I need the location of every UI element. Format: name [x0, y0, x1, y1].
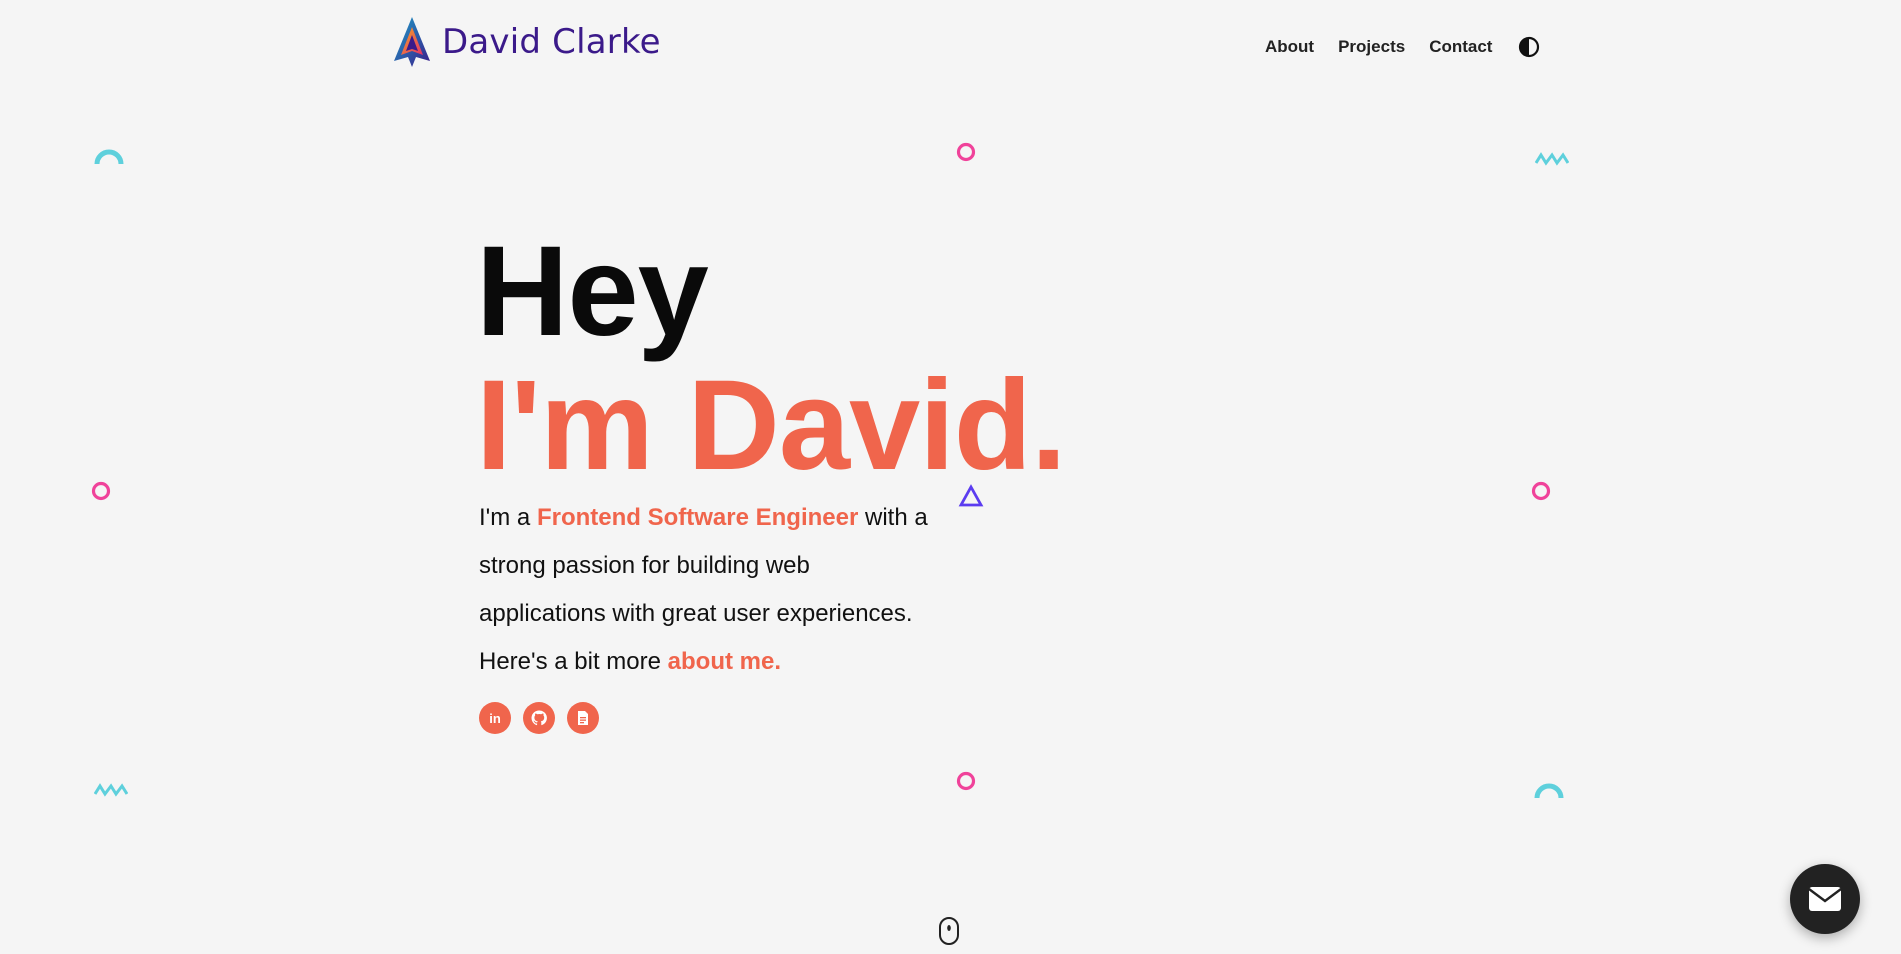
teal-arc-icon	[1534, 783, 1564, 799]
nav-contact[interactable]: Contact	[1429, 37, 1492, 57]
about-me-link[interactable]: about me.	[668, 648, 781, 675]
teal-arc-icon	[94, 149, 124, 165]
github-button[interactable]	[523, 702, 555, 734]
pink-ring-icon	[1531, 481, 1551, 501]
hero-greeting: Hey	[476, 220, 709, 363]
pink-ring-icon	[91, 481, 111, 501]
nav-projects[interactable]: Projects	[1338, 37, 1405, 57]
github-icon	[531, 710, 547, 726]
desc-prefix: I'm a	[479, 504, 537, 531]
linkedin-icon: in	[489, 710, 501, 726]
pink-ring-icon	[956, 771, 976, 791]
document-icon	[578, 711, 588, 725]
social-links: in	[479, 702, 611, 734]
main-nav: About Projects Contact	[1265, 36, 1540, 58]
nav-about[interactable]: About	[1265, 37, 1314, 57]
hero-description: I'm a Frontend Software Engineer with a …	[479, 494, 939, 686]
hero-name: I'm David.	[476, 354, 1066, 497]
theme-toggle-icon[interactable]	[1518, 36, 1540, 58]
pink-ring-icon	[956, 142, 976, 162]
teal-zigzag-icon	[1535, 152, 1569, 166]
envelope-icon	[1808, 887, 1842, 911]
linkedin-button[interactable]: in	[479, 702, 511, 734]
mouse-scroll-icon[interactable]	[938, 916, 960, 946]
brand-name: David Clarke	[442, 22, 661, 62]
triangle-logo-icon	[394, 17, 430, 67]
site-header: David Clarke About Projects Contact	[0, 0, 1901, 90]
brand-logo-link[interactable]: David Clarke	[392, 15, 661, 69]
contact-mail-button[interactable]	[1790, 864, 1860, 934]
teal-zigzag-icon	[94, 783, 128, 797]
desc-highlight: Frontend Software Engineer	[536, 504, 859, 531]
resume-button[interactable]	[567, 702, 599, 734]
